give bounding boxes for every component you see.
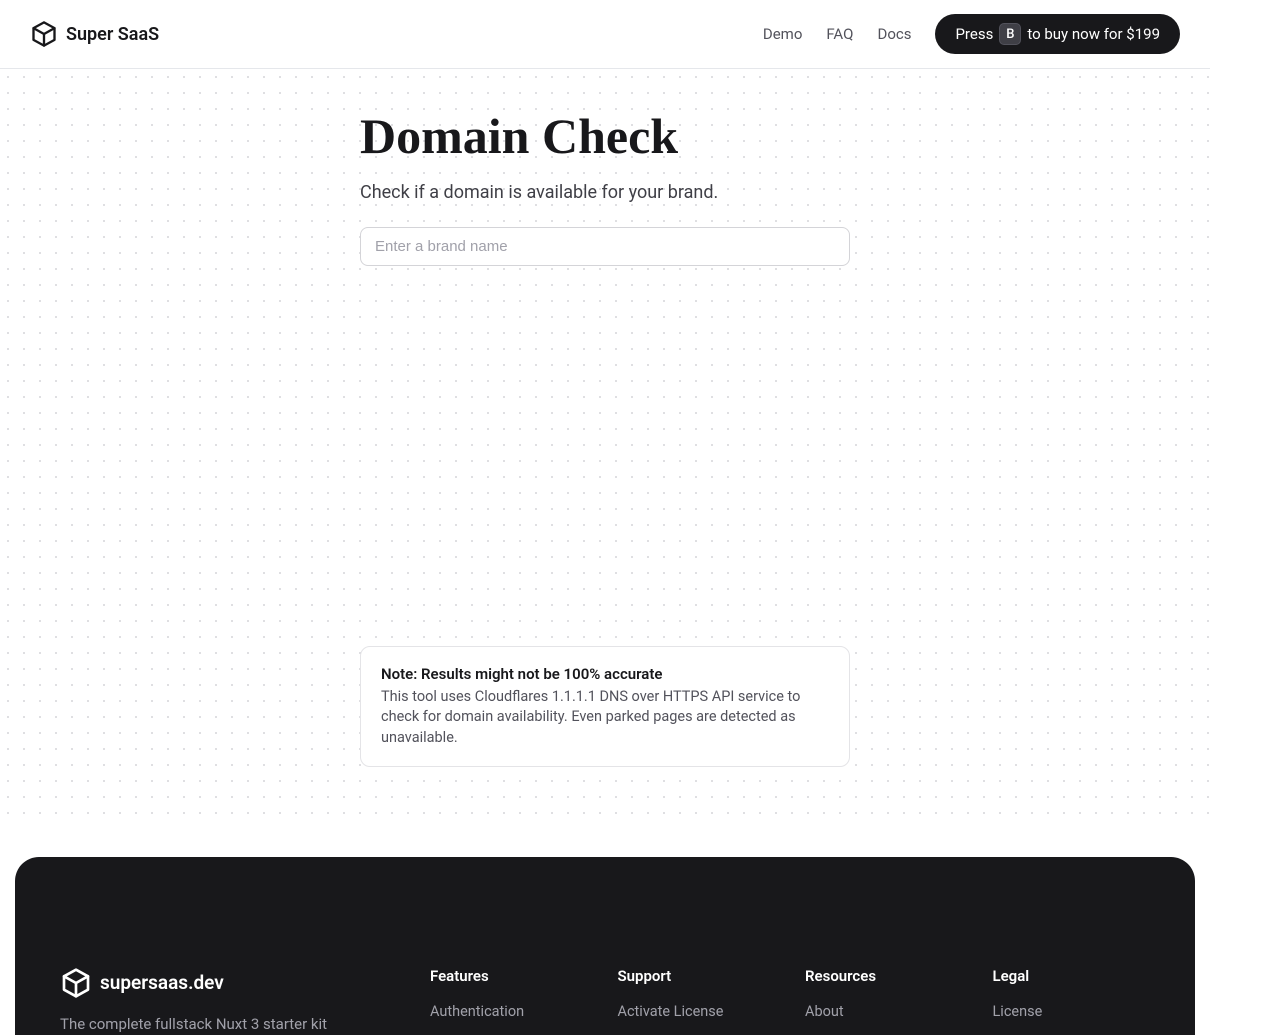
brand-name-input[interactable]	[360, 227, 850, 266]
nav-faq[interactable]: FAQ	[826, 25, 853, 43]
note-body: This tool uses Cloudflares 1.1.1.1 DNS o…	[381, 687, 829, 748]
brand-name: Super SaaS	[66, 24, 159, 45]
footer-link-license[interactable]: License	[993, 1003, 1151, 1020]
nav-demo[interactable]: Demo	[763, 25, 803, 43]
footer-col-features: Features Authentication	[430, 967, 588, 1035]
main-content: Domain Check Check if a domain is availa…	[0, 69, 1210, 817]
footer-col-title: Features	[430, 967, 588, 985]
footer: supersaas.dev The complete fullstack Nux…	[15, 857, 1195, 1035]
footer-col-title: Support	[618, 967, 776, 985]
footer-col-resources: Resources About	[805, 967, 963, 1035]
footer-col-title: Resources	[805, 967, 963, 985]
note-box: Note: Results might not be 100% accurate…	[360, 646, 850, 767]
buy-prefix: Press	[955, 25, 993, 43]
nav-docs[interactable]: Docs	[877, 25, 911, 43]
buy-now-button[interactable]: Press B to buy now for $199	[935, 14, 1180, 54]
header-nav: Demo FAQ Docs Press B to buy now for $19…	[763, 14, 1180, 54]
footer-columns: Features Authentication Support Activate…	[430, 967, 1150, 1035]
footer-brand: supersaas.dev The complete fullstack Nux…	[60, 967, 390, 1035]
footer-col-title: Legal	[993, 967, 1151, 985]
keyboard-key-b: B	[999, 23, 1021, 45]
header: Super SaaS Demo FAQ Docs Press B to buy …	[0, 0, 1210, 69]
note-title: Note: Results might not be 100% accurate	[381, 665, 829, 683]
footer-brand-name: supersaas.dev	[100, 971, 224, 994]
buy-suffix: to buy now for $199	[1027, 25, 1160, 43]
footer-link-activate-license[interactable]: Activate License	[618, 1003, 776, 1020]
results-placeholder	[360, 266, 850, 646]
page-subtitle: Check if a domain is available for your …	[360, 182, 850, 203]
footer-col-support: Support Activate License	[618, 967, 776, 1035]
footer-col-legal: Legal License	[993, 967, 1151, 1035]
brand-logo-link[interactable]: Super SaaS	[30, 20, 159, 48]
cube-icon	[30, 20, 58, 48]
page-title: Domain Check	[360, 109, 850, 164]
cube-icon	[60, 967, 92, 999]
footer-link-about[interactable]: About	[805, 1003, 963, 1020]
footer-link-authentication[interactable]: Authentication	[430, 1003, 588, 1020]
